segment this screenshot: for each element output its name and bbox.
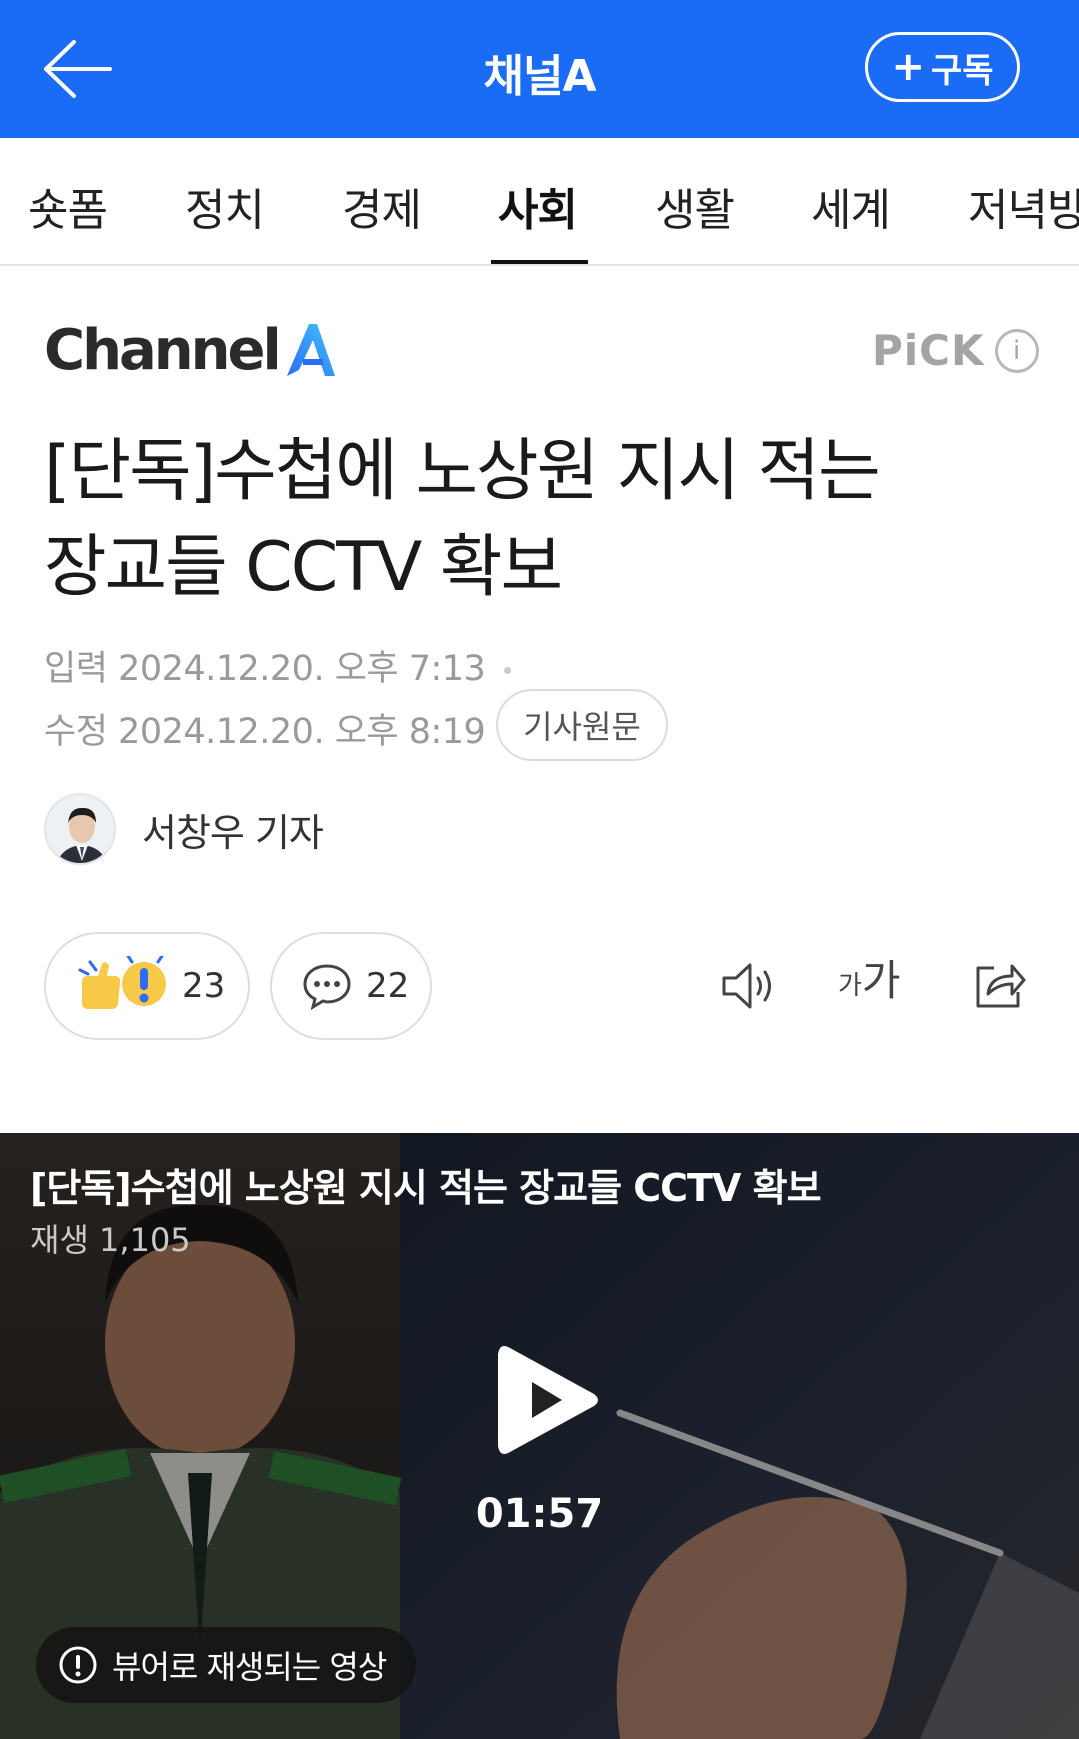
modified-value: 2024.12.20. 오후 8:19: [118, 712, 486, 752]
tab-economy[interactable]: 경제: [342, 174, 422, 238]
info-circle-icon: [59, 1646, 97, 1684]
tab-living[interactable]: 생활: [655, 174, 735, 238]
tab-world[interactable]: 세계: [811, 174, 891, 238]
video-duration: 01:57: [475, 1491, 604, 1537]
active-tab-indicator: [491, 260, 588, 264]
category-tabs: 숏폼 정치 경제 사회 생활 세계 저녁방: [0, 138, 1079, 266]
published-date: 입력 2024.12.20. 오후 7:13: [44, 640, 511, 691]
headline-line-2: 장교들 CCTV 확보: [44, 528, 563, 607]
comment-icon: [303, 964, 351, 1010]
plus-icon: +: [891, 44, 925, 90]
play-icon[interactable]: [492, 1340, 604, 1460]
reporter-info[interactable]: 서창우 기자: [44, 793, 324, 865]
top-app-bar: 채널A + 구독: [0, 0, 1079, 138]
reaction-icon: [78, 956, 166, 1009]
font-large-label: 가: [861, 956, 901, 1005]
video-title: [단독]수첩에 노상원 지시 적는 장교들 CCTV 확보: [30, 1166, 822, 1210]
separator-dot: [503, 666, 511, 674]
font-small-label: 가: [838, 971, 862, 1001]
published-label: 입력: [44, 649, 108, 689]
share-icon[interactable]: [972, 956, 1028, 1016]
reporter-avatar: [44, 793, 116, 865]
tab-shortform[interactable]: 숏폼: [28, 174, 108, 238]
font-size-icon[interactable]: 가 가: [838, 960, 901, 1002]
reporter-name: 서창우 기자: [142, 810, 324, 855]
speaker-icon[interactable]: [720, 956, 780, 1020]
comment-button[interactable]: 22: [270, 932, 432, 1040]
comment-count: 22: [366, 966, 410, 1006]
press-logo-text: Channel: [44, 317, 282, 383]
pick-label: PiCK: [872, 326, 985, 375]
viewer-notice-text: 뷰어로 재생되는 영상: [112, 1648, 387, 1686]
channel-a-mark-icon: [286, 324, 335, 376]
pick-badge[interactable]: PiCK i: [872, 326, 1039, 375]
video-player[interactable]: [단독]수첩에 노상원 지시 적는 장교들 CCTV 확보 재생 1,105 0…: [0, 1133, 1079, 1739]
reaction-button[interactable]: 23: [44, 932, 250, 1040]
published-value: 2024.12.20. 오후 7:13: [118, 649, 486, 689]
tab-politics[interactable]: 정치: [185, 174, 265, 238]
tab-evening[interactable]: 저녁방: [968, 174, 1079, 238]
video-play-count: 재생 1,105: [30, 1221, 191, 1259]
modified-label: 수정: [44, 712, 108, 752]
reaction-count: 23: [182, 966, 226, 1006]
modified-date: 수정 2024.12.20. 오후 8:19: [44, 703, 486, 754]
headline-line-1: [단독]수첩에 노상원 지시 적는: [44, 432, 881, 511]
press-logo[interactable]: Channel: [44, 317, 339, 383]
article-headline: [단독]수첩에 노상원 지시 적는 장교들 CCTV 확보: [44, 424, 1024, 616]
viewer-notice[interactable]: 뷰어로 재생되는 영상: [36, 1627, 416, 1703]
subscribe-label: 구독: [930, 50, 994, 91]
subscribe-button[interactable]: + 구독: [865, 32, 1020, 102]
info-icon[interactable]: i: [994, 328, 1039, 373]
original-article-button[interactable]: 기사원문: [496, 689, 668, 761]
tab-society[interactable]: 사회: [498, 174, 578, 238]
